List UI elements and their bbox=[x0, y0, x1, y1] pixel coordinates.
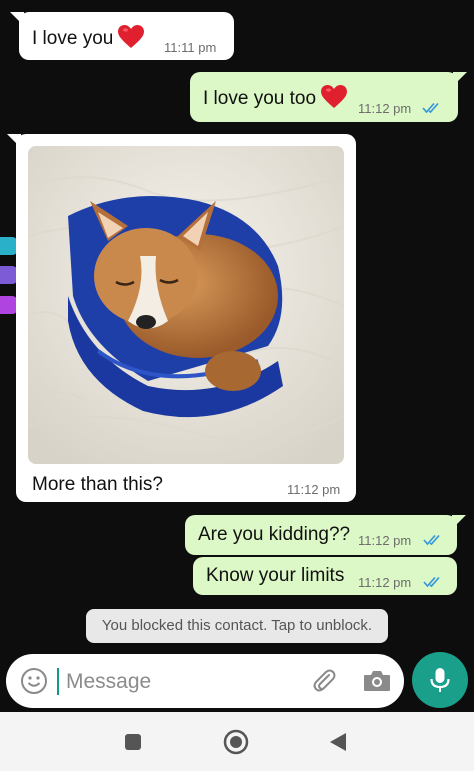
home-circle-icon[interactable] bbox=[223, 729, 249, 755]
system-navigation-bar bbox=[0, 712, 474, 771]
message-bubble-outgoing[interactable]: I love you too 11:12 pm bbox=[190, 72, 467, 122]
message-timestamp: 11:12 pm bbox=[287, 482, 341, 497]
back-triangle-icon[interactable] bbox=[328, 731, 348, 753]
voice-message-button[interactable] bbox=[412, 652, 468, 708]
microphone-icon bbox=[430, 668, 450, 692]
text-cursor bbox=[57, 668, 59, 695]
message-timestamp: 11:11 pm bbox=[164, 40, 217, 55]
message-bubble-image[interactable]: More than this? 11:12 pm bbox=[7, 134, 356, 502]
read-receipt-icon bbox=[423, 576, 440, 588]
message-text: Know your limits bbox=[206, 565, 345, 586]
message-bubble-outgoing[interactable]: Know your limits 11:12 pm bbox=[193, 557, 457, 595]
message-text: I love you bbox=[32, 24, 145, 50]
message-caption: More than this? bbox=[32, 474, 163, 495]
message-timestamp: 11:12 pm bbox=[358, 101, 412, 116]
heart-emoji-icon bbox=[118, 25, 145, 48]
blocked-contact-notice[interactable]: You blocked this contact. Tap to unblock… bbox=[86, 609, 388, 643]
paperclip-icon[interactable] bbox=[310, 667, 338, 695]
read-receipt-icon bbox=[422, 102, 439, 114]
message-text: I love you too bbox=[203, 84, 348, 110]
message-timestamp: 11:12 pm bbox=[358, 575, 412, 590]
message-input[interactable] bbox=[64, 666, 298, 698]
message-bubble-incoming[interactable]: I love you 11:11 pm bbox=[10, 12, 234, 60]
heart-emoji-icon bbox=[321, 85, 348, 108]
message-bubble-outgoing[interactable]: Are you kidding?? 11:12 pm bbox=[185, 515, 466, 555]
recents-square-icon[interactable] bbox=[124, 733, 142, 751]
read-receipt-icon bbox=[423, 534, 440, 546]
camera-icon[interactable] bbox=[362, 668, 392, 694]
message-composer bbox=[6, 654, 404, 708]
message-text: Are you kidding?? bbox=[198, 524, 351, 545]
chat-area[interactable]: I love you 11:11 pm I love you too 11:12… bbox=[0, 0, 474, 712]
message-timestamp: 11:12 pm bbox=[358, 533, 412, 548]
message-photo[interactable] bbox=[28, 146, 344, 464]
corgi-puppy-image bbox=[28, 146, 344, 464]
emoji-icon[interactable] bbox=[20, 667, 48, 695]
